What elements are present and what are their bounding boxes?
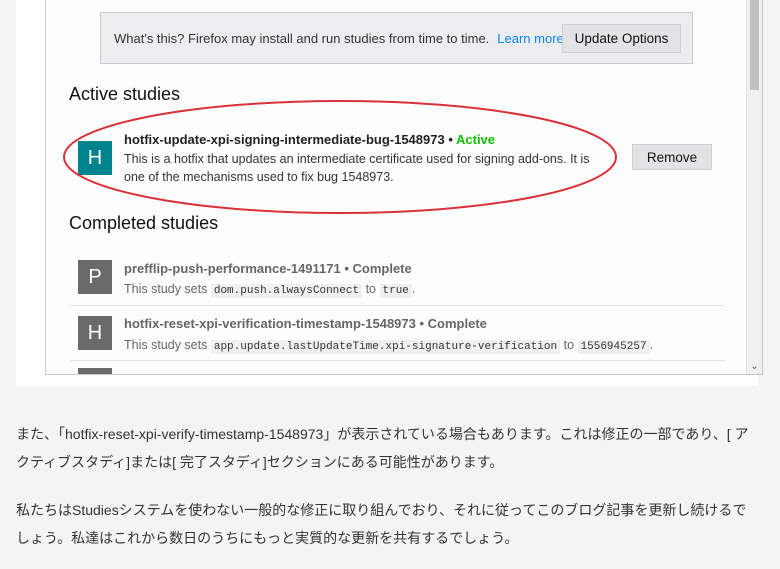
- study-icon-p: P: [78, 260, 112, 294]
- desc-to: to: [365, 282, 377, 296]
- desc-prefix: This study sets: [124, 282, 208, 296]
- desc-to: to: [563, 338, 575, 352]
- desc-prefix: This study sets: [124, 338, 208, 352]
- separator: •: [415, 316, 428, 331]
- study-name: hotfix-reset-xpi-verification-timestamp-…: [124, 316, 416, 331]
- article-paragraph-1: また、「hotfix-reset-xpi-verify-timestamp-15…: [16, 426, 749, 470]
- pref-name: app.update.lastUpdateTime.xpi-signature-…: [210, 340, 561, 354]
- pref-value: true: [379, 284, 412, 298]
- update-options-button[interactable]: Update Options: [562, 24, 681, 53]
- scroll-thumb[interactable]: [750, 0, 759, 90]
- study-name: prefflip-push-performance-1491171: [124, 261, 341, 276]
- highlight-ellipse: [63, 100, 617, 214]
- separator: •: [340, 261, 353, 276]
- desc-end: .: [649, 338, 654, 352]
- vertical-scrollbar[interactable]: ⌄: [746, 0, 762, 374]
- completed-study-description: This study sets dom.push.alwaysConnect t…: [124, 280, 684, 300]
- desc-end: .: [411, 282, 416, 296]
- remove-button[interactable]: Remove: [632, 144, 712, 170]
- article-paragraph-2: 私たちはStudiesシステムを使わない一般的な修正に取り組んでおり、それに従っ…: [16, 502, 747, 546]
- completed-study-title: hotfix-reset-xpi-verification-timestamp-…: [124, 316, 487, 331]
- studies-panel: What's this? Firefox may install and run…: [45, 0, 763, 375]
- pref-value: 1556945257: [577, 340, 650, 354]
- status-complete-badge: Complete: [352, 261, 412, 276]
- pref-name: dom.push.alwaysConnect: [210, 284, 363, 298]
- completed-studies-heading: Completed studies: [69, 213, 219, 233]
- status-complete-badge: Complete: [427, 316, 487, 331]
- row-divider: [70, 305, 725, 306]
- studies-notice: What's this? Firefox may install and run…: [100, 12, 693, 64]
- scroll-down-arrow-icon[interactable]: ⌄: [749, 361, 760, 372]
- row-divider: [70, 360, 725, 361]
- screenshot-card: What's this? Firefox may install and run…: [16, 0, 763, 386]
- study-icon-partial: [78, 368, 112, 374]
- completed-study-description: This study sets app.update.lastUpdateTim…: [124, 336, 684, 356]
- notice-text: What's this? Firefox may install and run…: [114, 30, 490, 46]
- learn-more-link[interactable]: Learn more: [497, 31, 563, 46]
- study-icon-h: H: [78, 316, 112, 350]
- completed-study-title: prefflip-push-performance-1491171 • Comp…: [124, 261, 412, 276]
